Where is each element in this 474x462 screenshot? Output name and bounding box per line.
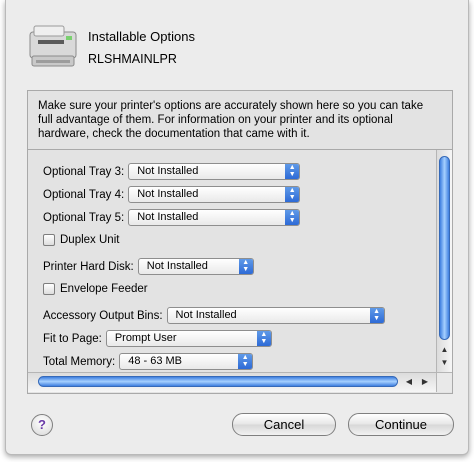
duplex-checkbox[interactable] — [43, 234, 55, 246]
tray5-label: Optional Tray 5: — [43, 211, 125, 224]
updown-arrows-icon: ▲ ▼ — [256, 331, 271, 346]
memory-popup[interactable]: 48 - 63 MB ▲ ▼ — [119, 353, 254, 370]
tray5-row: Optional Tray 5: Not Installed ▲ ▼ — [43, 209, 301, 226]
envelope-checkbox[interactable] — [43, 283, 55, 295]
hard-disk-label: Printer Hard Disk: — [43, 260, 134, 273]
fit-to-page-row: Fit to Page: Prompt User ▲ ▼ — [43, 330, 272, 347]
tray4-row: Optional Tray 4: Not Installed ▲ ▼ — [43, 186, 301, 203]
hard-disk-value: Not Installed — [146, 260, 208, 272]
scroll-left-arrow-icon[interactable]: ◀ — [402, 375, 416, 389]
printer-name: RLSHMAINLPR — [88, 52, 177, 66]
vertical-scroll-thumb[interactable] — [439, 156, 450, 340]
scroll-up-arrow-icon[interactable]: ▲ — [437, 344, 452, 356]
updown-arrows-icon: ▲ ▼ — [285, 164, 300, 179]
updown-arrows-icon: ▲ ▼ — [238, 354, 253, 369]
output-bins-label: Accessory Output Bins: — [43, 309, 163, 322]
tray3-popup[interactable]: Not Installed ▲ ▼ — [128, 163, 301, 180]
duplex-label[interactable]: Duplex Unit — [60, 234, 119, 246]
scroll-corner — [436, 372, 452, 392]
fit-to-page-value: Prompt User — [114, 332, 177, 344]
tray5-popup[interactable]: Not Installed ▲ ▼ — [128, 209, 301, 226]
tray5-value: Not Installed — [137, 211, 199, 223]
scroll-down-arrow-icon[interactable]: ▼ — [437, 357, 452, 369]
tray3-label: Optional Tray 3: — [43, 165, 125, 178]
fit-to-page-popup[interactable]: Prompt User ▲ ▼ — [105, 330, 272, 347]
tray3-row: Optional Tray 3: Not Installed ▲ ▼ — [43, 163, 301, 180]
options-list[interactable]: Optional Tray 3: Not Installed ▲ ▼ Option… — [28, 150, 436, 372]
memory-label: Total Memory: — [43, 355, 116, 368]
hard-disk-popup[interactable]: Not Installed ▲ ▼ — [137, 258, 254, 275]
envelope-row[interactable]: Envelope Feeder — [43, 283, 152, 295]
continue-button[interactable]: Continue — [348, 413, 454, 436]
memory-row: Total Memory: 48 - 63 MB ▲ ▼ — [43, 353, 254, 370]
memory-value: 48 - 63 MB — [128, 355, 183, 367]
fit-to-page-label: Fit to Page: — [43, 332, 102, 345]
output-bins-popup[interactable]: Not Installed ▲ ▼ — [166, 307, 385, 324]
updown-arrows-icon: ▲ ▼ — [285, 187, 300, 202]
installable-options-sheet: Installable Options RLSHMAINLPR Make sur… — [5, 0, 469, 455]
output-bins-row: Accessory Output Bins: Not Installed ▲ ▼ — [43, 307, 385, 324]
duplex-row[interactable]: Duplex Unit — [43, 234, 123, 246]
tray4-popup[interactable]: Not Installed ▲ ▼ — [128, 186, 301, 203]
cancel-button[interactable]: Cancel — [232, 413, 336, 436]
tray3-value: Not Installed — [137, 165, 199, 177]
hard-disk-row: Printer Hard Disk: Not Installed ▲ ▼ — [43, 258, 254, 275]
horizontal-scroll-thumb[interactable] — [38, 376, 398, 387]
options-panel: Make sure your printer's options are acc… — [27, 90, 453, 394]
updown-arrows-icon: ▲ ▼ — [369, 308, 384, 323]
scroll-right-arrow-icon[interactable]: ▶ — [418, 375, 432, 389]
envelope-label[interactable]: Envelope Feeder — [60, 283, 148, 295]
horizontal-scrollbar[interactable]: ◀ ▶ — [28, 372, 436, 392]
help-button[interactable]: ? — [31, 414, 53, 436]
laser-printer-icon — [29, 25, 77, 67]
info-text: Make sure your printer's options are acc… — [38, 100, 424, 140]
updown-arrows-icon: ▲ ▼ — [238, 259, 253, 274]
tray4-value: Not Installed — [137, 188, 199, 200]
dialog-title: Installable Options — [88, 29, 195, 44]
updown-arrows-icon: ▲ ▼ — [285, 210, 300, 225]
output-bins-value: Not Installed — [175, 309, 237, 321]
tray4-label: Optional Tray 4: — [43, 188, 125, 201]
vertical-scrollbar[interactable]: ▲ ▼ — [436, 150, 452, 372]
